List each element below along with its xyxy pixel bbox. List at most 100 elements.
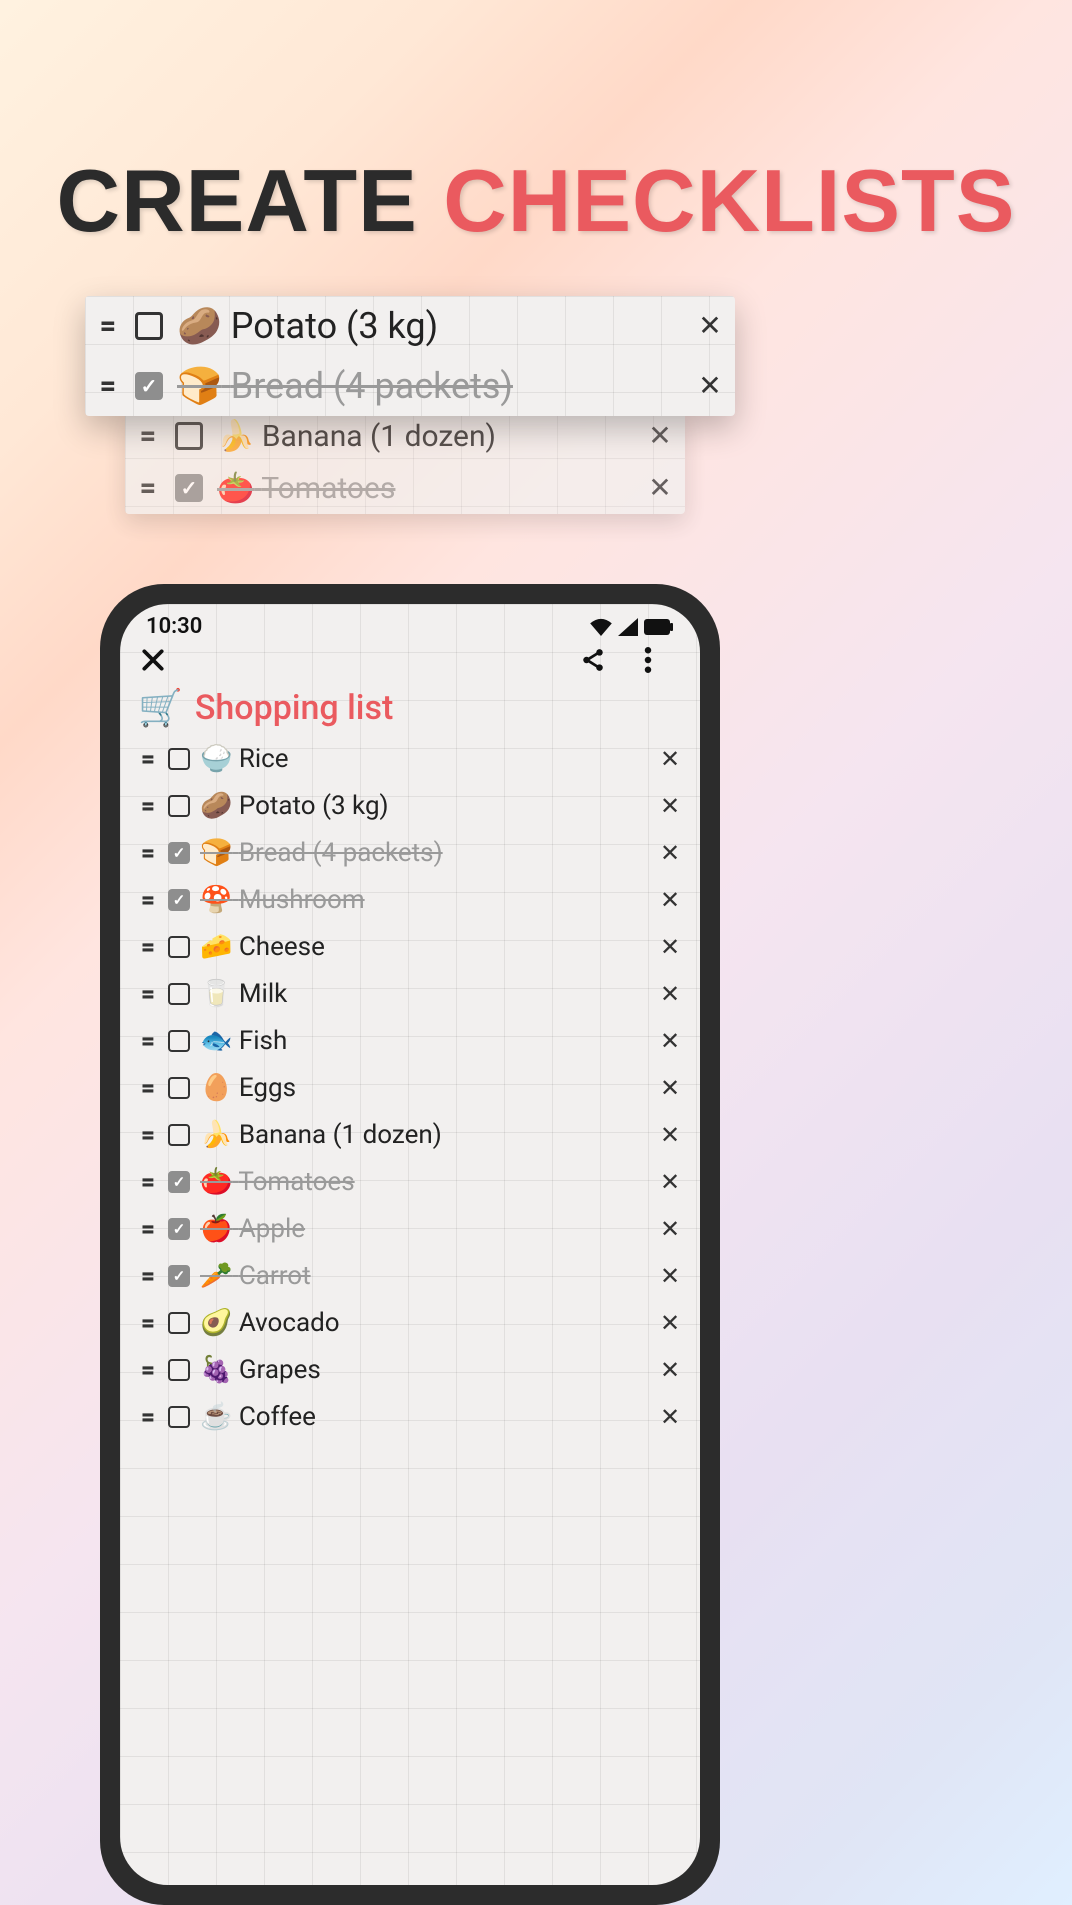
checkbox[interactable] — [168, 1030, 190, 1052]
drag-handle-icon[interactable]: = — [138, 1123, 158, 1147]
item-label[interactable]: 🍚 Rice — [200, 744, 648, 774]
item-label[interactable]: 🥔 Potato (3 kg) — [177, 305, 681, 347]
delete-icon[interactable]: ✕ — [695, 312, 725, 340]
drag-handle-icon[interactable]: = — [138, 982, 158, 1006]
item-label[interactable]: 🥚 Eggs — [200, 1073, 648, 1103]
item-label[interactable]: 🍌 Banana (1 dozen) — [200, 1120, 648, 1150]
delete-icon[interactable]: ✕ — [658, 1358, 682, 1382]
drag-handle-icon[interactable]: = — [138, 935, 158, 959]
checkbox[interactable] — [168, 1218, 190, 1240]
list-item[interactable]: = 🥑 Avocado ✕ — [128, 1299, 692, 1346]
delete-icon[interactable]: ✕ — [658, 1076, 682, 1100]
drag-handle-icon[interactable]: = — [138, 841, 158, 865]
list-item[interactable]: = 🍇 Grapes ✕ — [128, 1346, 692, 1393]
list-item[interactable]: = 🍌 Banana (1 dozen) ✕ — [125, 410, 685, 462]
delete-icon[interactable]: ✕ — [658, 982, 682, 1006]
delete-icon[interactable]: ✕ — [658, 1311, 682, 1335]
checkbox[interactable] — [175, 422, 203, 450]
checkbox[interactable] — [168, 1406, 190, 1428]
item-label[interactable]: 🍞 Bread (4 packets) — [177, 365, 681, 407]
list-item[interactable]: = 🍅 Tomatoes ✕ — [125, 462, 685, 514]
item-label[interactable]: 🍅 Tomatoes — [200, 1167, 648, 1197]
list-item[interactable]: = 🍅 Tomatoes ✕ — [128, 1158, 692, 1205]
delete-icon[interactable]: ✕ — [695, 372, 725, 400]
list-item[interactable]: = 🥚 Eggs ✕ — [128, 1064, 692, 1111]
item-label[interactable]: 🍇 Grapes — [200, 1355, 648, 1385]
item-label[interactable]: 🍅 Tomatoes — [217, 471, 631, 506]
list-item[interactable]: = 🐟 Fish ✕ — [128, 1017, 692, 1064]
list-item[interactable]: = 🍌 Banana (1 dozen) ✕ — [128, 1111, 692, 1158]
delete-icon[interactable]: ✕ — [658, 888, 682, 912]
drag-handle-icon[interactable]: = — [138, 1170, 158, 1194]
checkbox[interactable] — [168, 1124, 190, 1146]
item-label[interactable]: 🍎 Apple — [200, 1214, 648, 1244]
checkbox[interactable] — [135, 372, 163, 400]
checkbox[interactable] — [168, 795, 190, 817]
drag-handle-icon[interactable]: = — [135, 474, 161, 502]
more-icon[interactable] — [644, 647, 680, 673]
delete-icon[interactable]: ✕ — [658, 1123, 682, 1147]
list-item[interactable]: = 🍞 Bread (4 packets) ✕ — [85, 356, 735, 416]
list-item[interactable]: = 🍞 Bread (4 packets) ✕ — [128, 829, 692, 876]
drag-handle-icon[interactable]: = — [95, 312, 121, 340]
delete-icon[interactable]: ✕ — [658, 841, 682, 865]
drag-handle-icon[interactable]: = — [138, 888, 158, 912]
list-item[interactable]: = ☕ Coffee ✕ — [128, 1393, 692, 1440]
item-label[interactable]: 🍌 Banana (1 dozen) — [217, 419, 631, 454]
drag-handle-icon[interactable]: = — [138, 1358, 158, 1382]
delete-icon[interactable]: ✕ — [658, 1170, 682, 1194]
drag-handle-icon[interactable]: = — [95, 372, 121, 400]
delete-icon[interactable]: ✕ — [658, 747, 682, 771]
note-title[interactable]: 🛒 Shopping list — [120, 681, 700, 735]
checkbox[interactable] — [168, 842, 190, 864]
delete-icon[interactable]: ✕ — [658, 1029, 682, 1053]
drag-handle-icon[interactable]: = — [138, 1217, 158, 1241]
share-icon[interactable] — [580, 647, 616, 673]
delete-icon[interactable]: ✕ — [658, 1264, 682, 1288]
checkbox[interactable] — [175, 474, 203, 502]
delete-icon[interactable]: ✕ — [658, 794, 682, 818]
item-emoji: 🥕 — [200, 1261, 232, 1291]
item-label[interactable]: 🍄 Mushroom — [200, 885, 648, 915]
delete-icon[interactable]: ✕ — [658, 1217, 682, 1241]
list-item[interactable]: = 🥛 Milk ✕ — [128, 970, 692, 1017]
delete-icon[interactable]: ✕ — [658, 1405, 682, 1429]
drag-handle-icon[interactable]: = — [138, 747, 158, 771]
drag-handle-icon[interactable]: = — [138, 1029, 158, 1053]
item-label[interactable]: 🥔 Potato (3 kg) — [200, 791, 648, 821]
checkbox[interactable] — [168, 1077, 190, 1099]
list-item[interactable]: = 🥔 Potato (3 kg) ✕ — [128, 782, 692, 829]
item-label[interactable]: 🥑 Avocado — [200, 1308, 648, 1338]
item-label[interactable]: 🥛 Milk — [200, 979, 648, 1009]
delete-icon[interactable]: ✕ — [645, 474, 675, 502]
list-item[interactable]: = 🥔 Potato (3 kg) ✕ — [85, 296, 735, 356]
drag-handle-icon[interactable]: = — [138, 1264, 158, 1288]
checkbox[interactable] — [168, 889, 190, 911]
item-label[interactable]: 🐟 Fish — [200, 1026, 648, 1056]
list-item[interactable]: = 🍚 Rice ✕ — [128, 735, 692, 782]
delete-icon[interactable]: ✕ — [645, 422, 675, 450]
list-item[interactable]: = 🥕 Carrot ✕ — [128, 1252, 692, 1299]
list-item[interactable]: = 🍄 Mushroom ✕ — [128, 876, 692, 923]
checkbox[interactable] — [168, 936, 190, 958]
list-item[interactable]: = 🧀 Cheese ✕ — [128, 923, 692, 970]
item-label[interactable]: 🥕 Carrot — [200, 1261, 648, 1291]
checkbox[interactable] — [168, 983, 190, 1005]
checkbox[interactable] — [168, 1171, 190, 1193]
close-icon[interactable] — [140, 647, 176, 673]
checkbox[interactable] — [168, 1265, 190, 1287]
item-label[interactable]: ☕ Coffee — [200, 1402, 648, 1432]
checkbox[interactable] — [135, 312, 163, 340]
item-label[interactable]: 🍞 Bread (4 packets) — [200, 838, 648, 868]
delete-icon[interactable]: ✕ — [658, 935, 682, 959]
drag-handle-icon[interactable]: = — [138, 794, 158, 818]
item-label[interactable]: 🧀 Cheese — [200, 932, 648, 962]
drag-handle-icon[interactable]: = — [138, 1311, 158, 1335]
drag-handle-icon[interactable]: = — [135, 422, 161, 450]
checkbox[interactable] — [168, 748, 190, 770]
list-item[interactable]: = 🍎 Apple ✕ — [128, 1205, 692, 1252]
drag-handle-icon[interactable]: = — [138, 1405, 158, 1429]
checkbox[interactable] — [168, 1312, 190, 1334]
drag-handle-icon[interactable]: = — [138, 1076, 158, 1100]
checkbox[interactable] — [168, 1359, 190, 1381]
